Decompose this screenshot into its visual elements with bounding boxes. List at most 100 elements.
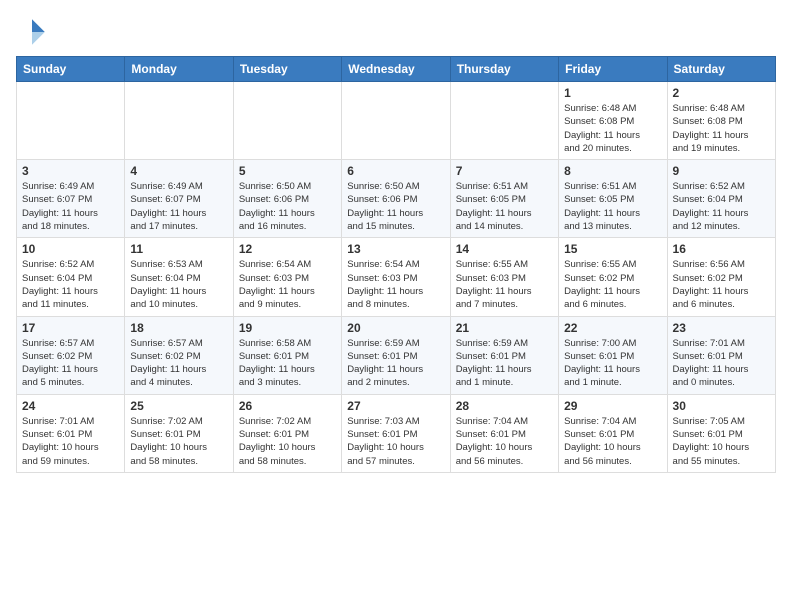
calendar-cell: 28 Sunrise: 7:04 AM Sunset: 6:01 PM Dayli… xyxy=(450,394,558,472)
calendar-cell: 18Sunrise: 6:57 AM Sunset: 6:02 PM Dayli… xyxy=(125,316,233,394)
calendar-cell: 30 Sunrise: 7:05 AM Sunset: 6:01 PM Dayli… xyxy=(667,394,775,472)
day-number: 13 xyxy=(347,242,444,256)
day-info: Sunrise: 6:48 AM Sunset: 6:08 PM Dayligh… xyxy=(673,102,770,155)
day-info: Sunrise: 6:57 AM Sunset: 6:02 PM Dayligh… xyxy=(130,337,227,390)
page: SundayMondayTuesdayWednesdayThursdayFrid… xyxy=(0,0,792,489)
day-number: 23 xyxy=(673,321,770,335)
day-info: Sunrise: 6:56 AM Sunset: 6:02 PM Dayligh… xyxy=(673,258,770,311)
calendar-week-row: 3 Sunrise: 6:49 AM Sunset: 6:07 PM Daylig… xyxy=(17,160,776,238)
weekday-header-row: SundayMondayTuesdayWednesdayThursdayFrid… xyxy=(17,57,776,82)
day-number: 28 xyxy=(456,399,553,413)
day-number: 10 xyxy=(22,242,119,256)
day-number: 5 xyxy=(239,164,336,178)
day-number: 27 xyxy=(347,399,444,413)
day-info: Sunrise: 6:49 AM Sunset: 6:07 PM Dayligh… xyxy=(130,180,227,233)
day-number: 7 xyxy=(456,164,553,178)
day-number: 25 xyxy=(130,399,227,413)
calendar-cell: 20 Sunrise: 6:59 AM Sunset: 6:01 PM Dayli… xyxy=(342,316,450,394)
day-info: Sunrise: 7:03 AM Sunset: 6:01 PM Dayligh… xyxy=(347,415,444,468)
calendar-cell: 29 Sunrise: 7:04 AM Sunset: 6:01 PM Dayli… xyxy=(559,394,667,472)
day-info: Sunrise: 6:50 AM Sunset: 6:06 PM Dayligh… xyxy=(239,180,336,233)
day-number: 21 xyxy=(456,321,553,335)
calendar-cell: 27 Sunrise: 7:03 AM Sunset: 6:01 PM Dayli… xyxy=(342,394,450,472)
day-info: Sunrise: 6:50 AM Sunset: 6:06 PM Dayligh… xyxy=(347,180,444,233)
day-number: 15 xyxy=(564,242,661,256)
calendar-cell: 8 Sunrise: 6:51 AM Sunset: 6:05 PM Daylig… xyxy=(559,160,667,238)
calendar-cell: 3 Sunrise: 6:49 AM Sunset: 6:07 PM Daylig… xyxy=(17,160,125,238)
weekday-header-thursday: Thursday xyxy=(450,57,558,82)
calendar-cell: 24 Sunrise: 7:01 AM Sunset: 6:01 PM Dayli… xyxy=(17,394,125,472)
day-number: 1 xyxy=(564,86,661,100)
calendar-cell: 5 Sunrise: 6:50 AM Sunset: 6:06 PM Daylig… xyxy=(233,160,341,238)
calendar-cell: 11Sunrise: 6:53 AM Sunset: 6:04 PM Dayli… xyxy=(125,238,233,316)
calendar-cell: 25Sunrise: 7:02 AM Sunset: 6:01 PM Dayli… xyxy=(125,394,233,472)
calendar-cell: 19Sunrise: 6:58 AM Sunset: 6:01 PM Dayli… xyxy=(233,316,341,394)
day-info: Sunrise: 6:57 AM Sunset: 6:02 PM Dayligh… xyxy=(22,337,119,390)
calendar-cell: 21 Sunrise: 6:59 AM Sunset: 6:01 PM Dayli… xyxy=(450,316,558,394)
day-number: 4 xyxy=(130,164,227,178)
day-number: 29 xyxy=(564,399,661,413)
calendar-cell xyxy=(125,82,233,160)
weekday-header-sunday: Sunday xyxy=(17,57,125,82)
day-number: 30 xyxy=(673,399,770,413)
calendar-week-row: 10 Sunrise: 6:52 AM Sunset: 6:04 PM Dayli… xyxy=(17,238,776,316)
calendar-week-row: 1 Sunrise: 6:48 AM Sunset: 6:08 PM Daylig… xyxy=(17,82,776,160)
day-info: Sunrise: 7:00 AM Sunset: 6:01 PM Dayligh… xyxy=(564,337,661,390)
day-info: Sunrise: 6:59 AM Sunset: 6:01 PM Dayligh… xyxy=(347,337,444,390)
day-number: 14 xyxy=(456,242,553,256)
calendar-cell: 12 Sunrise: 6:54 AM Sunset: 6:03 PM Dayli… xyxy=(233,238,341,316)
calendar-cell: 17Sunrise: 6:57 AM Sunset: 6:02 PM Dayli… xyxy=(17,316,125,394)
calendar-cell: 14 Sunrise: 6:55 AM Sunset: 6:03 PM Dayli… xyxy=(450,238,558,316)
day-info: Sunrise: 6:54 AM Sunset: 6:03 PM Dayligh… xyxy=(239,258,336,311)
day-number: 11 xyxy=(130,242,227,256)
day-number: 24 xyxy=(22,399,119,413)
calendar: SundayMondayTuesdayWednesdayThursdayFrid… xyxy=(16,56,776,473)
day-number: 2 xyxy=(673,86,770,100)
day-number: 3 xyxy=(22,164,119,178)
calendar-cell: 1 Sunrise: 6:48 AM Sunset: 6:08 PM Daylig… xyxy=(559,82,667,160)
calendar-cell xyxy=(233,82,341,160)
calendar-cell: 13 Sunrise: 6:54 AM Sunset: 6:03 PM Dayli… xyxy=(342,238,450,316)
day-info: Sunrise: 6:52 AM Sunset: 6:04 PM Dayligh… xyxy=(22,258,119,311)
day-info: Sunrise: 6:55 AM Sunset: 6:03 PM Dayligh… xyxy=(456,258,553,311)
day-info: Sunrise: 7:01 AM Sunset: 6:01 PM Dayligh… xyxy=(673,337,770,390)
header xyxy=(16,16,776,48)
calendar-cell xyxy=(17,82,125,160)
day-info: Sunrise: 7:02 AM Sunset: 6:01 PM Dayligh… xyxy=(239,415,336,468)
day-number: 16 xyxy=(673,242,770,256)
calendar-cell: 10 Sunrise: 6:52 AM Sunset: 6:04 PM Dayli… xyxy=(17,238,125,316)
day-number: 22 xyxy=(564,321,661,335)
day-info: Sunrise: 7:04 AM Sunset: 6:01 PM Dayligh… xyxy=(456,415,553,468)
day-info: Sunrise: 6:51 AM Sunset: 6:05 PM Dayligh… xyxy=(456,180,553,233)
calendar-week-row: 17Sunrise: 6:57 AM Sunset: 6:02 PM Dayli… xyxy=(17,316,776,394)
day-number: 9 xyxy=(673,164,770,178)
logo xyxy=(16,16,52,48)
day-number: 6 xyxy=(347,164,444,178)
calendar-cell: 26 Sunrise: 7:02 AM Sunset: 6:01 PM Dayli… xyxy=(233,394,341,472)
calendar-cell: 15Sunrise: 6:55 AM Sunset: 6:02 PM Dayli… xyxy=(559,238,667,316)
calendar-cell: 16 Sunrise: 6:56 AM Sunset: 6:02 PM Dayli… xyxy=(667,238,775,316)
day-number: 19 xyxy=(239,321,336,335)
day-info: Sunrise: 7:05 AM Sunset: 6:01 PM Dayligh… xyxy=(673,415,770,468)
calendar-cell xyxy=(450,82,558,160)
day-info: Sunrise: 7:04 AM Sunset: 6:01 PM Dayligh… xyxy=(564,415,661,468)
day-info: Sunrise: 6:52 AM Sunset: 6:04 PM Dayligh… xyxy=(673,180,770,233)
day-info: Sunrise: 6:54 AM Sunset: 6:03 PM Dayligh… xyxy=(347,258,444,311)
day-number: 12 xyxy=(239,242,336,256)
calendar-cell: 7 Sunrise: 6:51 AM Sunset: 6:05 PM Daylig… xyxy=(450,160,558,238)
day-number: 26 xyxy=(239,399,336,413)
day-info: Sunrise: 6:49 AM Sunset: 6:07 PM Dayligh… xyxy=(22,180,119,233)
calendar-week-row: 24 Sunrise: 7:01 AM Sunset: 6:01 PM Dayli… xyxy=(17,394,776,472)
weekday-header-friday: Friday xyxy=(559,57,667,82)
day-number: 20 xyxy=(347,321,444,335)
calendar-cell: 6 Sunrise: 6:50 AM Sunset: 6:06 PM Daylig… xyxy=(342,160,450,238)
calendar-cell: 9 Sunrise: 6:52 AM Sunset: 6:04 PM Daylig… xyxy=(667,160,775,238)
logo-icon xyxy=(16,16,48,48)
day-info: Sunrise: 7:01 AM Sunset: 6:01 PM Dayligh… xyxy=(22,415,119,468)
day-number: 8 xyxy=(564,164,661,178)
day-info: Sunrise: 6:59 AM Sunset: 6:01 PM Dayligh… xyxy=(456,337,553,390)
calendar-cell: 2 Sunrise: 6:48 AM Sunset: 6:08 PM Daylig… xyxy=(667,82,775,160)
day-info: Sunrise: 6:48 AM Sunset: 6:08 PM Dayligh… xyxy=(564,102,661,155)
day-info: Sunrise: 6:51 AM Sunset: 6:05 PM Dayligh… xyxy=(564,180,661,233)
weekday-header-saturday: Saturday xyxy=(667,57,775,82)
